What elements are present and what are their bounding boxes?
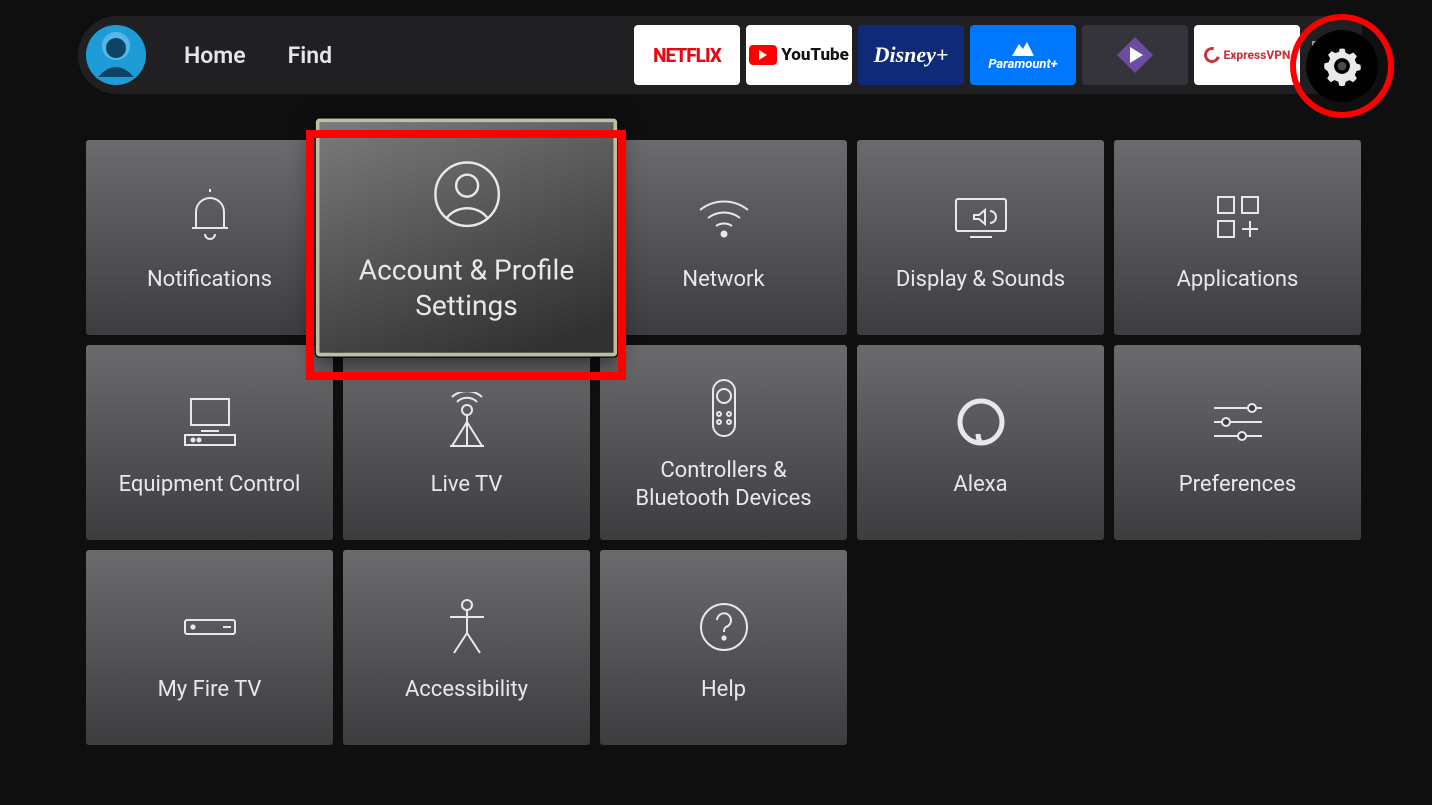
tile-my-fire-tv[interactable]: My Fire TV xyxy=(86,550,333,745)
nav-home[interactable]: Home xyxy=(184,42,246,69)
paramount-mountain-icon xyxy=(1010,39,1036,57)
tile-label: Help xyxy=(701,676,746,704)
youtube-icon xyxy=(749,45,777,65)
gear-icon xyxy=(1321,45,1363,87)
tile-alexa[interactable]: Alexa xyxy=(857,345,1104,540)
tile-label: Equipment Control xyxy=(119,471,301,499)
applications-icon xyxy=(1210,182,1266,252)
remote-icon xyxy=(707,373,741,443)
tile-accessibility[interactable]: Accessibility xyxy=(343,550,590,745)
settings-gear-highlight xyxy=(1290,14,1394,118)
app-paramountplus[interactable]: Paramount+ xyxy=(970,25,1076,85)
tile-label: Network xyxy=(682,266,764,294)
pinned-apps: NETFLIX YouTube Disney+ Paramount+ Expre… xyxy=(634,25,1346,85)
youtube-label: YouTube xyxy=(781,45,849,65)
tile-label: Controllers & Bluetooth Devices xyxy=(616,457,831,512)
tile-label: Notifications xyxy=(147,266,272,294)
tile-preferences[interactable]: Preferences xyxy=(1114,345,1361,540)
tile-label: Account & Profile Settings xyxy=(339,254,594,324)
settings-button[interactable] xyxy=(1306,30,1378,102)
nav-links: Home Find xyxy=(184,42,332,69)
tile-applications[interactable]: Applications xyxy=(1114,140,1361,335)
tile-equipment-control[interactable]: Equipment Control xyxy=(86,345,333,540)
app-hbomax[interactable] xyxy=(1082,25,1188,85)
app-youtube[interactable]: YouTube xyxy=(746,25,852,85)
tile-label: Applications xyxy=(1177,266,1299,294)
paramount-label: Paramount+ xyxy=(988,57,1057,72)
tile-display-sounds[interactable]: Display & Sounds xyxy=(857,140,1104,335)
expressvpn-icon xyxy=(1201,44,1223,66)
antenna-icon xyxy=(442,387,492,457)
settings-screen: Home Find NETFLIX YouTube Disney+ Paramo… xyxy=(0,0,1432,805)
accessibility-icon xyxy=(444,592,490,662)
bell-icon xyxy=(184,182,236,252)
play-diamond-icon xyxy=(1113,35,1157,75)
tile-label: Live TV xyxy=(431,471,503,499)
settings-grid: Notifications Account & Profile Settings… xyxy=(86,140,1414,745)
tile-label: Display & Sounds xyxy=(896,266,1065,294)
alexa-icon xyxy=(954,387,1008,457)
wifi-icon xyxy=(694,182,754,252)
expressvpn-label: ExpressVPN xyxy=(1224,48,1291,62)
equipment-icon xyxy=(179,387,241,457)
tile-label: Accessibility xyxy=(405,676,528,704)
tile-notifications[interactable]: Notifications xyxy=(86,140,333,335)
tile-help[interactable]: Help xyxy=(600,550,847,745)
app-expressvpn[interactable]: ExpressVPN xyxy=(1194,25,1300,85)
top-nav-bar: Home Find NETFLIX YouTube Disney+ Paramo… xyxy=(78,16,1362,94)
tile-controllers-bluetooth[interactable]: Controllers & Bluetooth Devices xyxy=(600,345,847,540)
tile-label: My Fire TV xyxy=(158,676,262,704)
tile-live-tv[interactable]: Live TV xyxy=(343,345,590,540)
profile-avatar[interactable] xyxy=(86,25,146,85)
tile-network[interactable]: Network xyxy=(600,140,847,335)
tile-label: Preferences xyxy=(1179,471,1296,499)
app-disneyplus[interactable]: Disney+ xyxy=(858,25,964,85)
nav-find[interactable]: Find xyxy=(288,42,332,69)
sliders-icon xyxy=(1208,387,1268,457)
tile-account-profile[interactable]: Account & Profile Settings xyxy=(316,119,617,357)
device-icon xyxy=(179,592,241,662)
display-sounds-icon xyxy=(950,182,1012,252)
tile-label: Alexa xyxy=(953,471,1007,499)
app-netflix[interactable]: NETFLIX xyxy=(634,25,740,85)
help-icon xyxy=(697,592,751,662)
profile-icon xyxy=(431,151,502,236)
